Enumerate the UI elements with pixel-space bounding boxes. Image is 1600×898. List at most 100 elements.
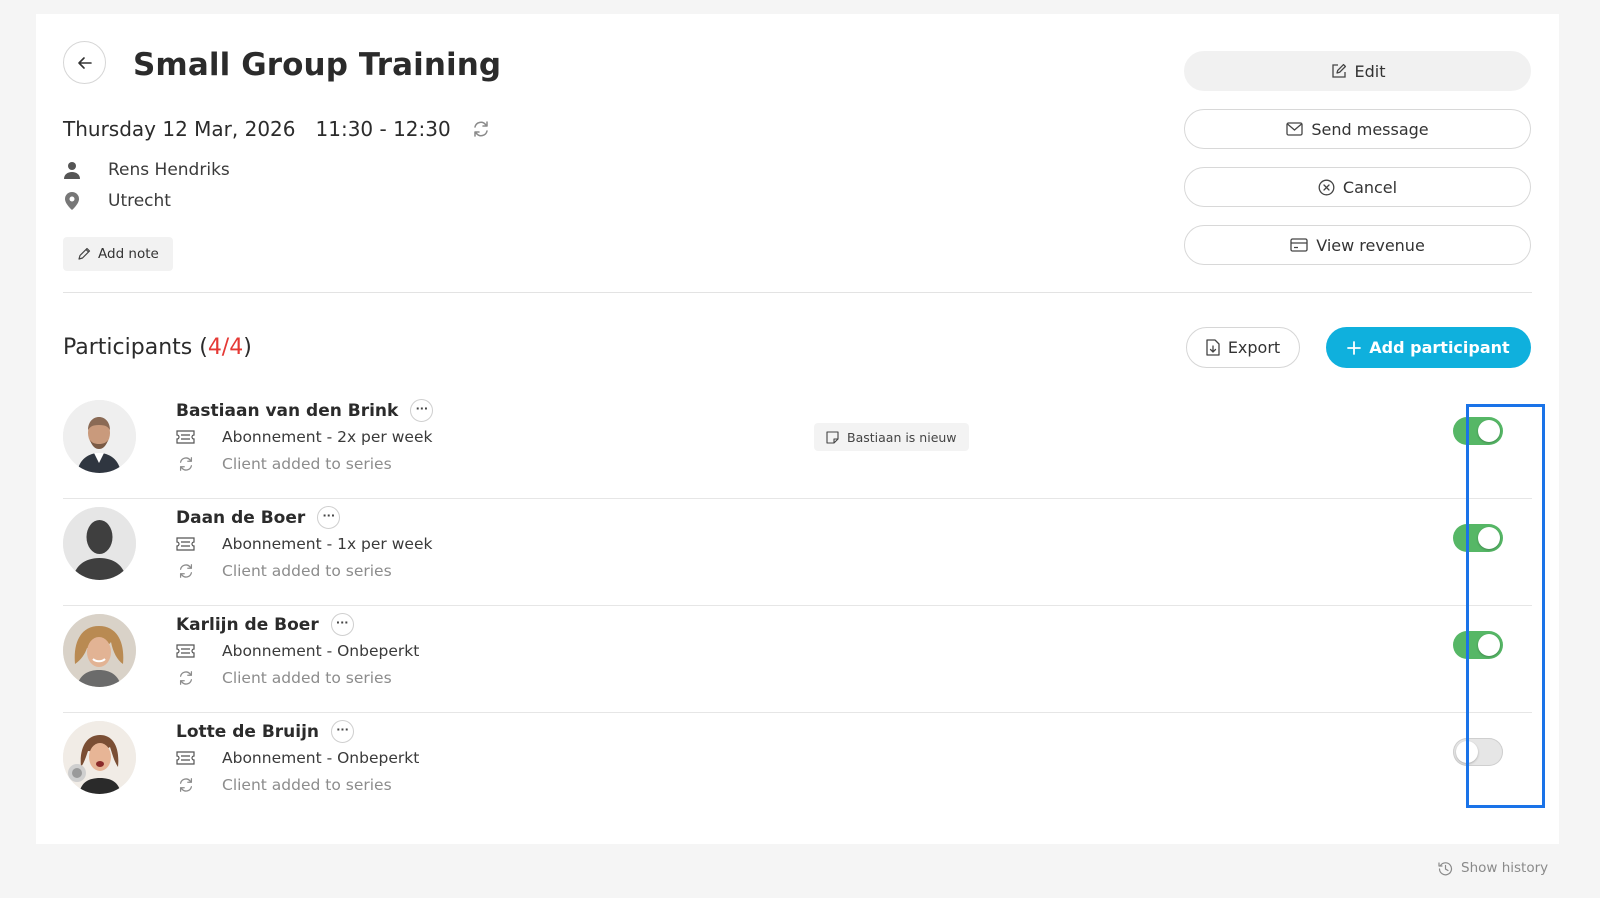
attendance-toggle[interactable]: [1453, 738, 1503, 766]
revenue-icon: [1290, 238, 1308, 252]
participant-name: Bastiaan van den Brink ···: [176, 399, 434, 422]
section-divider: [63, 292, 1532, 293]
participant-plan-text: Abonnement - 1x per week: [222, 535, 433, 553]
participant-series: Client added to series: [176, 776, 392, 794]
participant-series: Client added to series: [176, 562, 392, 580]
send-message-button[interactable]: Send message: [1184, 109, 1531, 149]
add-participant-button[interactable]: Add participant: [1326, 327, 1531, 368]
ticket-icon: [176, 644, 195, 658]
participant-more-button[interactable]: ···: [410, 399, 434, 422]
participant-name-text: Karlijn de Boer: [176, 614, 319, 635]
back-button[interactable]: [63, 41, 106, 84]
participant-name-text: Lotte de Bruijn: [176, 721, 320, 742]
toggle-knob: [1478, 420, 1500, 442]
repeat-icon: [179, 778, 192, 792]
participant-series-text: Client added to series: [222, 562, 392, 580]
participant-series: Client added to series: [176, 669, 392, 687]
export-file-icon: [1206, 339, 1220, 356]
participant-row: Daan de Boer ··· Abonnement - 1x per wee…: [63, 497, 1532, 606]
repeat-icon: [473, 121, 488, 137]
participant-plan: Abonnement - Onbeperkt: [176, 749, 419, 767]
cancel-circle-icon: [1318, 179, 1335, 195]
toggle-knob: [1478, 634, 1500, 656]
trainer-row: Rens Hendriks: [63, 160, 230, 180]
person-icon: [64, 162, 80, 179]
toggle-knob: [1478, 527, 1500, 549]
plus-icon: [1347, 340, 1362, 355]
edit-icon: [1331, 63, 1346, 78]
participant-row: Bastiaan van den Brink ··· Abonnement - …: [63, 390, 1532, 499]
toggle-knob: [1456, 741, 1478, 763]
back-arrow-icon: [77, 56, 92, 69]
session-datetime: Thursday 12 Mar, 2026 11:30 - 12:30: [63, 117, 491, 141]
export-button[interactable]: Export: [1186, 327, 1300, 368]
session-date: Thursday 12 Mar, 2026: [63, 117, 296, 141]
participant-plan: Abonnement - Onbeperkt: [176, 642, 419, 660]
participant-note-text: Bastiaan is nieuw: [847, 429, 957, 445]
session-time: 11:30 - 12:30: [315, 117, 451, 141]
participants-heading: Participants (4/4): [63, 335, 252, 360]
participant-name: Daan de Boer ···: [176, 506, 341, 529]
participants-label: Participants: [63, 335, 193, 360]
participants-count: 4/4: [207, 335, 244, 360]
ticket-icon: [176, 430, 195, 444]
repeat-icon: [179, 457, 192, 471]
participant-name: Lotte de Bruijn ···: [176, 720, 355, 743]
trainer-name: Rens Hendriks: [108, 160, 230, 180]
edit-button[interactable]: Edit: [1184, 51, 1531, 91]
send-message-label: Send message: [1311, 119, 1429, 139]
participant-plan-text: Abonnement - Onbeperkt: [222, 749, 420, 767]
more-dots-icon: ···: [415, 401, 429, 415]
participant-series-text: Client added to series: [222, 776, 392, 794]
participant-plan-text: Abonnement - 2x per week: [222, 428, 433, 446]
more-dots-icon: ···: [322, 508, 336, 522]
participant-series-text: Client added to series: [222, 455, 392, 473]
edit-label: Edit: [1354, 61, 1386, 81]
more-dots-icon: ···: [335, 615, 349, 629]
participant-row: Lotte de Bruijn ··· Abonnement - Onbeper…: [63, 711, 1532, 820]
participant-more-button[interactable]: ···: [331, 720, 355, 743]
ticket-icon: [176, 537, 195, 551]
attendance-toggle[interactable]: [1453, 524, 1503, 552]
history-icon: [1438, 861, 1453, 875]
avatar: [63, 614, 136, 687]
participant-more-button[interactable]: ···: [330, 613, 354, 636]
participant-more-button[interactable]: ···: [317, 506, 341, 529]
avatar: [63, 721, 136, 794]
add-note-button[interactable]: Add note: [63, 237, 173, 271]
attendance-toggle[interactable]: [1453, 631, 1503, 659]
page-title: Small Group Training: [133, 47, 502, 83]
participant-plan: Abonnement - 2x per week: [176, 428, 432, 446]
participant-name-text: Bastiaan van den Brink: [176, 400, 399, 421]
location-pin-icon: [65, 192, 79, 210]
pencil-icon: [78, 247, 91, 260]
participant-plan-text: Abonnement - Onbeperkt: [222, 642, 420, 660]
cancel-label: Cancel: [1342, 177, 1398, 197]
repeat-icon: [179, 671, 192, 685]
participant-note-tag[interactable]: Bastiaan is nieuw: [814, 423, 969, 451]
location-row: Utrecht: [63, 191, 171, 211]
avatar: [63, 400, 136, 473]
location-name: Utrecht: [108, 191, 171, 211]
participant-series: Client added to series: [176, 455, 392, 473]
session-card: Small Group Training Thursday 12 Mar, 20…: [36, 14, 1559, 844]
mail-icon: [1286, 122, 1303, 136]
avatar: [63, 507, 136, 580]
ticket-icon: [176, 751, 195, 765]
cancel-button[interactable]: Cancel: [1184, 167, 1531, 207]
add-note-label: Add note: [98, 246, 159, 262]
participant-series-text: Client added to series: [222, 669, 392, 687]
export-label: Export: [1227, 338, 1281, 357]
view-revenue-label: View revenue: [1316, 235, 1425, 255]
show-history-link[interactable]: Show history: [1438, 860, 1548, 876]
participant-plan: Abonnement - 1x per week: [176, 535, 432, 553]
add-participant-label: Add participant: [1369, 338, 1510, 357]
note-icon: [826, 430, 839, 444]
more-dots-icon: ···: [336, 722, 349, 736]
attendance-toggle[interactable]: [1453, 417, 1503, 445]
view-revenue-button[interactable]: View revenue: [1184, 225, 1531, 265]
show-history-label: Show history: [1461, 860, 1549, 876]
participant-name-text: Daan de Boer: [176, 507, 306, 528]
repeat-icon: [179, 564, 192, 578]
participant-row: Karlijn de Boer ··· Abonnement - Onbeper…: [63, 604, 1532, 713]
